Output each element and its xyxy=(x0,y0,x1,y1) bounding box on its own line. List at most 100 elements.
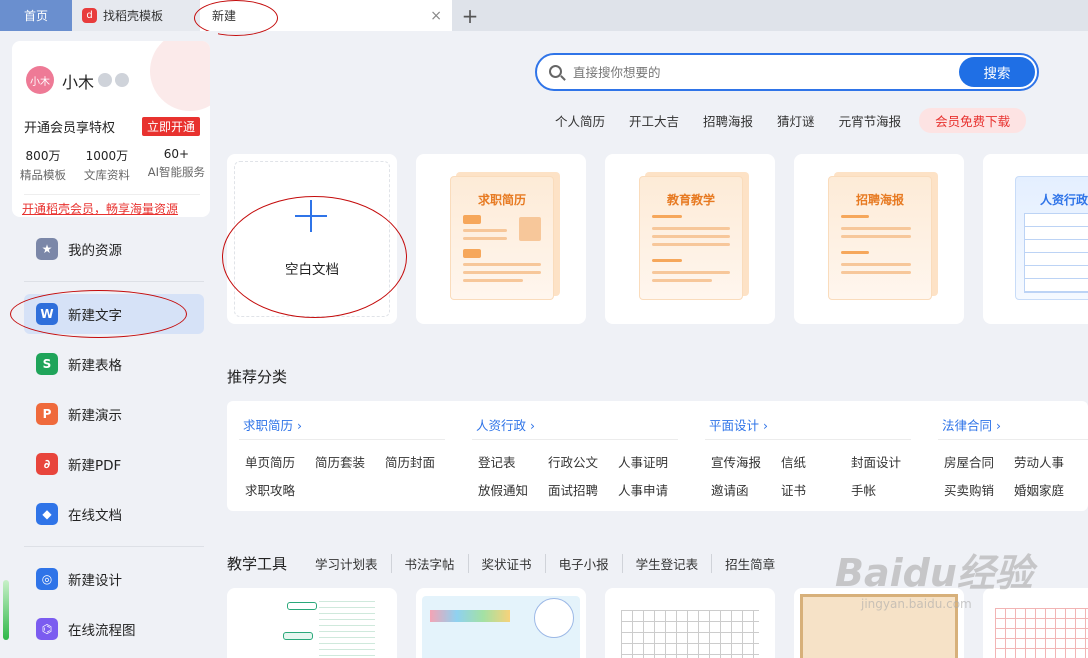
line-shape xyxy=(463,271,541,274)
stat-label: AI智能服务 xyxy=(147,165,205,179)
category-head[interactable]: 法律合同 › xyxy=(942,415,1001,434)
category-item[interactable]: 信纸 xyxy=(781,452,806,471)
stat-templates[interactable]: 800万 精品模板 xyxy=(20,147,66,183)
category-item[interactable]: 婚姻家庭 xyxy=(1014,480,1064,499)
category-item[interactable]: 人事申请 xyxy=(618,480,668,499)
section-title-teaching: 教学工具 xyxy=(227,555,288,573)
category-item[interactable]: 求职攻略 xyxy=(245,480,295,499)
stat-ai[interactable]: 60+ AI智能服务 xyxy=(148,147,205,183)
flowchart-icon: ⌬ xyxy=(36,618,58,640)
line-shape xyxy=(841,235,911,238)
tab-templates[interactable]: d 找稻壳模板 xyxy=(72,0,200,31)
category-item[interactable]: 简历封面 xyxy=(385,452,435,471)
teaching-tools-bar: 教学工具 学习计划表 书法字帖 奖状证书 电子小报 学生登记表 招生简章 xyxy=(227,553,788,574)
hot-keyword[interactable]: 个人简历 xyxy=(555,111,605,130)
sidebar-item-label: 我的资源 xyxy=(68,243,122,259)
card-decoration xyxy=(150,41,210,111)
category-item[interactable]: 房屋合同 xyxy=(944,452,994,471)
category-item[interactable]: 放假通知 xyxy=(478,480,528,499)
category-panel: 求职简历 › 单页简历 简历套装 简历封面 求职攻略 人资行政 › 登记表 行政… xyxy=(227,401,1088,511)
tab-home-label: 首页 xyxy=(23,9,48,23)
category-item[interactable]: 封面设计 xyxy=(851,452,901,471)
table-shape xyxy=(1024,213,1088,293)
sidebar-item-my-resources[interactable]: ★ 我的资源 xyxy=(24,229,204,269)
sidebar-item-new-spreadsheet[interactable]: S 新建表格 xyxy=(24,344,204,384)
sidebar: 小木 小木 开通会员享特权 立即开通 800万 精品模板 1000万 文库资料 60… xyxy=(0,31,218,658)
category-item[interactable]: 行政公文 xyxy=(548,452,598,471)
hot-keyword[interactable]: 开工大吉 xyxy=(629,111,679,130)
teaching-tab[interactable]: 电子小报 xyxy=(544,554,622,573)
teaching-tab[interactable]: 学生登记表 xyxy=(621,554,712,573)
sidebar-item-online-doc[interactable]: ◆ 在线文档 xyxy=(24,494,204,534)
stat-label: 精品模板 xyxy=(20,168,66,182)
category-item[interactable]: 登记表 xyxy=(478,452,516,471)
hot-keyword[interactable]: 猜灯谜 xyxy=(777,111,815,130)
category-item[interactable]: 人事证明 xyxy=(618,452,668,471)
teaching-thumbnail-essay-grid[interactable] xyxy=(605,588,775,658)
teaching-thumbnail-newspaper[interactable] xyxy=(416,588,586,658)
sidebar-item-new-pdf[interactable]: ∂ 新建PDF xyxy=(24,444,204,484)
newspaper-circle xyxy=(534,598,574,638)
category-item[interactable]: 买卖购销 xyxy=(944,480,994,499)
hot-keyword[interactable]: 招聘海报 xyxy=(703,111,753,130)
teaching-tab[interactable]: 奖状证书 xyxy=(467,554,545,573)
category-head[interactable]: 平面设计 › xyxy=(709,415,768,434)
vip-free-download-button[interactable]: 会员免费下载 xyxy=(919,108,1027,133)
watermark-main: Baidu经验 xyxy=(835,551,1033,595)
sidebar-item-new-presentation[interactable]: P 新建演示 xyxy=(24,394,204,434)
divider xyxy=(938,439,1088,440)
teaching-tab[interactable]: 书法字帖 xyxy=(390,554,468,573)
vip-open-button[interactable]: 立即开通 xyxy=(142,117,201,136)
category-item[interactable]: 简历套装 xyxy=(315,452,365,471)
template-card-recruitment[interactable]: 招聘海报 xyxy=(794,154,964,324)
template-card-hr-admin[interactable]: 人资行政 xyxy=(983,154,1088,324)
teaching-tab[interactable]: 招生简章 xyxy=(711,554,788,573)
category-item[interactable]: 手帐 xyxy=(851,480,876,499)
line-shape xyxy=(463,279,523,282)
newspaper-header xyxy=(430,610,510,622)
education-thumbnail: 教育教学 xyxy=(639,176,743,300)
divider xyxy=(24,281,204,282)
line-shape xyxy=(463,237,507,240)
category-item[interactable]: 面试招聘 xyxy=(548,480,598,499)
tab-home[interactable]: 首页 xyxy=(0,0,72,31)
presentation-icon: P xyxy=(36,403,58,425)
divider xyxy=(472,439,678,440)
line-shape xyxy=(841,251,869,254)
search-icon xyxy=(549,65,562,78)
annotation-ellipse-blank xyxy=(222,196,407,318)
divider xyxy=(24,194,200,195)
category-item[interactable]: 宣传海报 xyxy=(711,452,761,471)
add-tab-icon[interactable]: + xyxy=(452,0,488,31)
vip-promo-link[interactable]: 开通稻壳会员，畅享海量资源 xyxy=(22,200,178,217)
line-shape xyxy=(841,227,911,230)
stat-num: 1000万 xyxy=(85,149,129,163)
category-head[interactable]: 求职简历 › xyxy=(243,415,302,434)
baidu-watermark: Baidu经验 jingyan.baidu.com xyxy=(835,542,1033,611)
category-item[interactable]: 证书 xyxy=(781,480,806,499)
category-head[interactable]: 人资行政 › xyxy=(476,415,535,434)
hot-keyword[interactable]: 元宵节海报 xyxy=(839,111,902,130)
close-icon[interactable]: × xyxy=(430,8,442,24)
avatar[interactable]: 小木 xyxy=(26,66,54,94)
hot-keywords: 个人简历 开工大吉 招聘海报 猜灯谜 元宵节海报 会员免费下载 xyxy=(555,108,1050,133)
line-shape xyxy=(463,263,541,266)
divider xyxy=(24,546,204,547)
search-input[interactable] xyxy=(573,63,943,81)
line-shape xyxy=(841,215,869,218)
category-item[interactable]: 单页简历 xyxy=(245,452,295,471)
category-item[interactable]: 劳动人事 xyxy=(1014,452,1064,471)
cloud-doc-icon: ◆ xyxy=(36,503,58,525)
scrollbar[interactable] xyxy=(3,580,9,640)
teaching-thumbnail-mindmap[interactable] xyxy=(227,588,397,658)
sidebar-item-label: 新建设计 xyxy=(68,573,122,589)
template-card-education[interactable]: 教育教学 xyxy=(605,154,775,324)
sidebar-item-new-design[interactable]: ◎ 新建设计 xyxy=(24,559,204,599)
stat-library[interactable]: 1000万 文库资料 xyxy=(84,147,130,183)
user-badges xyxy=(98,73,129,87)
teaching-tab[interactable]: 学习计划表 xyxy=(305,554,391,573)
search-button[interactable]: 搜索 xyxy=(959,57,1035,87)
template-card-resume[interactable]: 求职简历 xyxy=(416,154,586,324)
category-item[interactable]: 邀请函 xyxy=(711,480,749,499)
sidebar-item-flowchart[interactable]: ⌬ 在线流程图 xyxy=(24,609,204,649)
